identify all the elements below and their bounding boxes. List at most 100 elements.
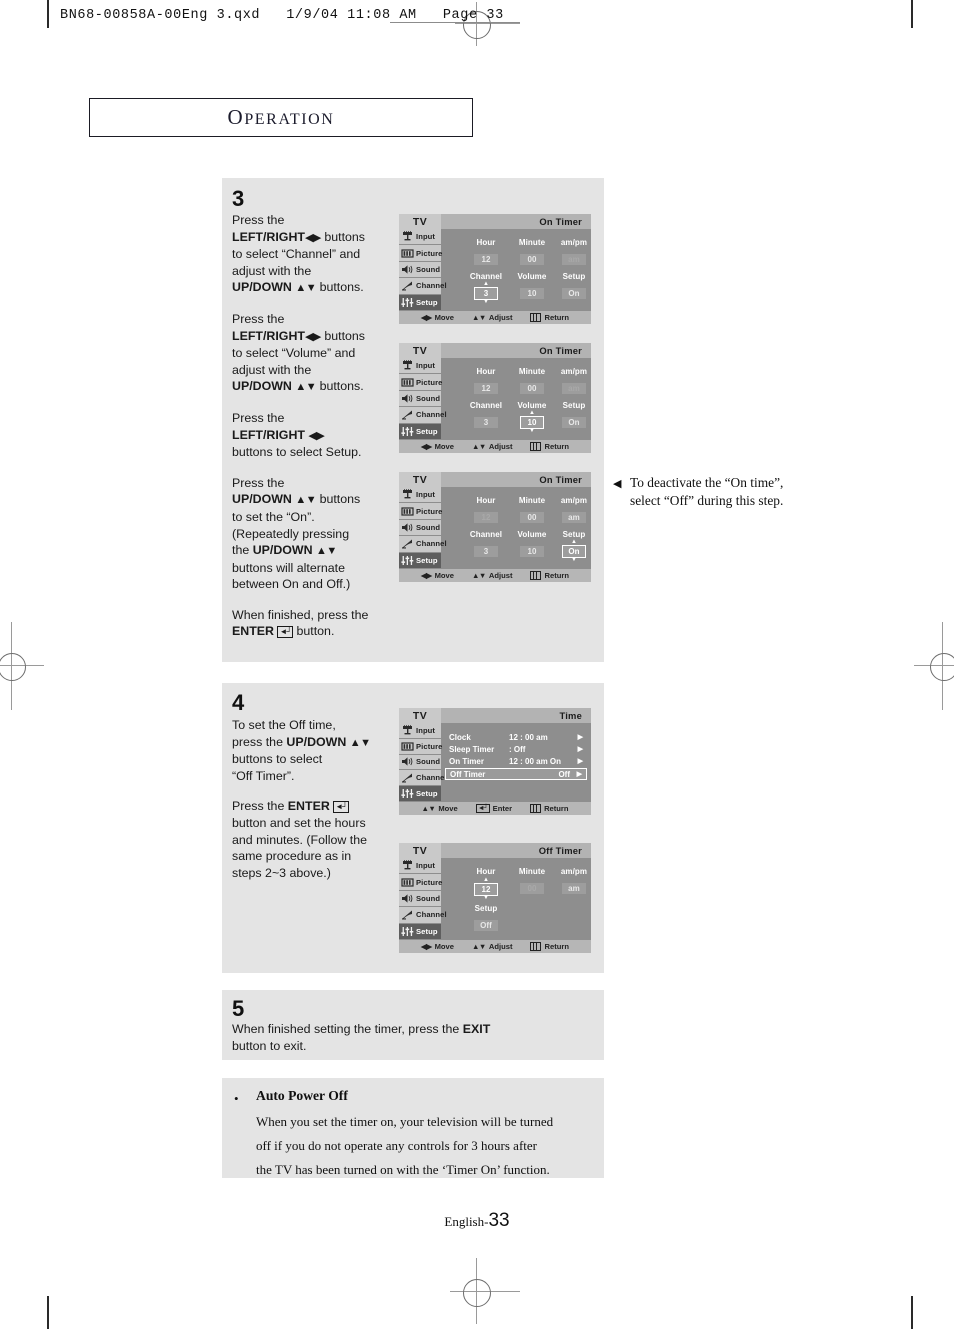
enter-key-icon: ◄┘ [277, 626, 294, 639]
field-value-minute[interactable]: 00 [520, 383, 544, 394]
field-label-volume: Volume [517, 401, 547, 410]
field-label-volume: Volume [517, 272, 547, 281]
field-value-volume[interactable]: 10 [520, 288, 544, 299]
page-footer: English-33 [0, 1210, 954, 1232]
field-label-hour: Hour [476, 496, 496, 505]
field-value-hour[interactable]: 12 [474, 512, 498, 523]
decrement-arrow-icon[interactable]: ▼ [474, 895, 498, 901]
sidebar-item-setup[interactable]: Setup [399, 423, 441, 440]
input-jack-icon [401, 860, 414, 871]
menu-row-off-timer[interactable]: Off Timer Off ▶ [445, 768, 587, 780]
sidebar-item-label: Setup [416, 555, 438, 565]
left-right-arrows-icon: ◀▶ [308, 429, 325, 442]
sidebar-item-input[interactable]: Input [399, 358, 441, 375]
picture-screen-icon [401, 248, 414, 259]
osd-sidebar: Input Picture Sound Channel Setup [399, 358, 447, 440]
up-down-arrows-icon: ▲▼ [295, 494, 317, 507]
sliders-icon [401, 297, 414, 308]
sidebar-item-setup[interactable]: Setup [399, 786, 441, 802]
sidebar-item-picture[interactable]: Picture [399, 503, 442, 520]
sidebar-item-sound[interactable]: Sound [399, 519, 441, 537]
decrement-arrow-icon[interactable]: ▼ [474, 299, 498, 305]
sidebar-item-label: Input [416, 361, 436, 371]
osd-status-bar: ▲▼ Move ◄┘ Enter Return [399, 802, 591, 815]
osd-sidebar: Input Picture Sound Channel Setup [399, 723, 447, 802]
step-3-paragraph-1: Press the LEFT/RIGHT◀▶ buttons to select… [232, 213, 365, 295]
sidebar-item-input[interactable]: Input [399, 229, 441, 246]
field-value-volume[interactable]: 10 [520, 546, 544, 557]
menu-row-clock[interactable]: Clock 12 : 00 am ▶ [445, 732, 587, 744]
menu-bars-icon [530, 571, 542, 580]
field-label-ampm: am/pm [560, 867, 588, 876]
osd-fields: Hour Minute am/pm ▲ 12 ▼ 00 am Setup Off [441, 858, 591, 940]
file-header-text: BN68-00858A-00Eng 3.qxd 1/9/04 11:08 AM … [60, 8, 504, 23]
status-return: Return [530, 313, 569, 322]
decrement-arrow-icon[interactable]: ▼ [520, 428, 544, 434]
sidebar-item-sound[interactable]: Sound [399, 390, 441, 408]
sliders-icon [401, 788, 414, 799]
chevron-right-icon: ▶ [577, 758, 583, 765]
step-3-paragraph-2: Press the LEFT/RIGHT◀▶ buttons to select… [232, 311, 365, 394]
field-label-ampm: am/pm [560, 496, 588, 505]
field-value-hour[interactable]: 12 [474, 254, 498, 265]
sidebar-item-input[interactable]: Input [399, 723, 441, 739]
osd-header: TV Time [399, 708, 591, 723]
field-value-ampm[interactable]: am [562, 254, 586, 265]
speaker-icon [401, 893, 414, 904]
sidebar-item-picture[interactable]: Picture [399, 245, 442, 262]
osd-sidebar: Input Picture Sound Channel Setup [399, 487, 447, 569]
enter-key-icon: ◄┘ [475, 804, 490, 813]
status-adjust: ▲▼ Adjust [472, 571, 513, 580]
sidebar-item-setup[interactable]: Setup [399, 552, 441, 569]
page-title-rest: PERATION [244, 111, 335, 128]
osd-menu-list: Clock 12 : 00 am ▶ Sleep Timer : Off ▶ O… [441, 723, 591, 802]
sidebar-item-channel[interactable]: Channel [399, 536, 447, 553]
sidebar-item-input[interactable]: Input [399, 858, 441, 875]
field-value-setup[interactable]: Off [474, 920, 498, 931]
osd-sidebar: Input Picture Sound Channel Setup [399, 229, 447, 311]
field-value-channel[interactable]: 3 [474, 417, 498, 428]
auto-power-off-note: • Auto Power Off When you set the timer … [222, 1078, 604, 1178]
osd-panel-on-timer-volume: TV On Timer Input Picture Sound Channel [399, 343, 591, 453]
picture-screen-icon [401, 377, 414, 388]
field-value-channel[interactable]: 3 [474, 546, 498, 557]
sidebar-item-sound[interactable]: Sound [399, 261, 441, 279]
sidebar-item-picture[interactable]: Picture [399, 874, 442, 891]
sidebar-item-label: Input [416, 232, 436, 242]
osd-panel-off-timer-hour: TV Off Timer Input Picture Sound Channel [399, 843, 591, 953]
sidebar-item-channel[interactable]: Channel [399, 278, 447, 295]
sidebar-item-channel[interactable]: Channel [399, 907, 447, 924]
chapter-title-box: OPERATION [89, 98, 473, 137]
input-jack-icon [401, 725, 414, 736]
sidebar-item-input[interactable]: Input [399, 487, 441, 504]
field-value-setup[interactable]: On [562, 288, 586, 299]
menu-row-sleep-timer[interactable]: Sleep Timer : Off ▶ [445, 744, 587, 756]
sidebar-item-picture[interactable]: Picture [399, 374, 442, 391]
sidebar-item-setup[interactable]: Setup [399, 923, 441, 940]
osd-body-area: Input Picture Sound Channel Setup Hour M… [399, 358, 591, 440]
sidebar-item-picture[interactable]: Picture [399, 738, 442, 755]
antenna-icon [401, 280, 414, 291]
sidebar-item-sound[interactable]: Sound [399, 754, 441, 771]
sidebar-item-sound[interactable]: Sound [399, 890, 441, 908]
decrement-arrow-icon[interactable]: ▼ [562, 557, 586, 563]
field-value-ampm[interactable]: am [562, 383, 586, 394]
osd-title: Off Timer [538, 845, 582, 856]
field-value-ampm[interactable]: am [562, 883, 586, 894]
field-label-hour: Hour [476, 367, 496, 376]
sidebar-item-channel[interactable]: Channel [399, 770, 447, 787]
field-value-minute[interactable]: 00 [520, 883, 544, 894]
field-value-hour[interactable]: 12 [474, 383, 498, 394]
step-4-paragraph-2: Press the ENTER ◄┘ button and set the ho… [232, 799, 367, 880]
field-value-ampm[interactable]: am [562, 512, 586, 523]
sidebar-item-setup[interactable]: Setup [399, 294, 441, 311]
field-value-setup[interactable]: On [562, 417, 586, 428]
registration-circle-bottom [463, 1279, 491, 1307]
step-3-paragraph-3: Press the LEFT/RIGHT ◀▶ buttons to selec… [232, 410, 362, 460]
field-value-minute[interactable]: 00 [520, 254, 544, 265]
osd-header: TV On Timer [399, 343, 591, 358]
sidebar-item-channel[interactable]: Channel [399, 407, 447, 424]
menu-row-on-timer[interactable]: On Timer 12 : 00 am On ▶ [445, 756, 587, 768]
field-value-minute[interactable]: 00 [520, 512, 544, 523]
left-right-arrows-icon: ◀▶ [421, 942, 432, 951]
